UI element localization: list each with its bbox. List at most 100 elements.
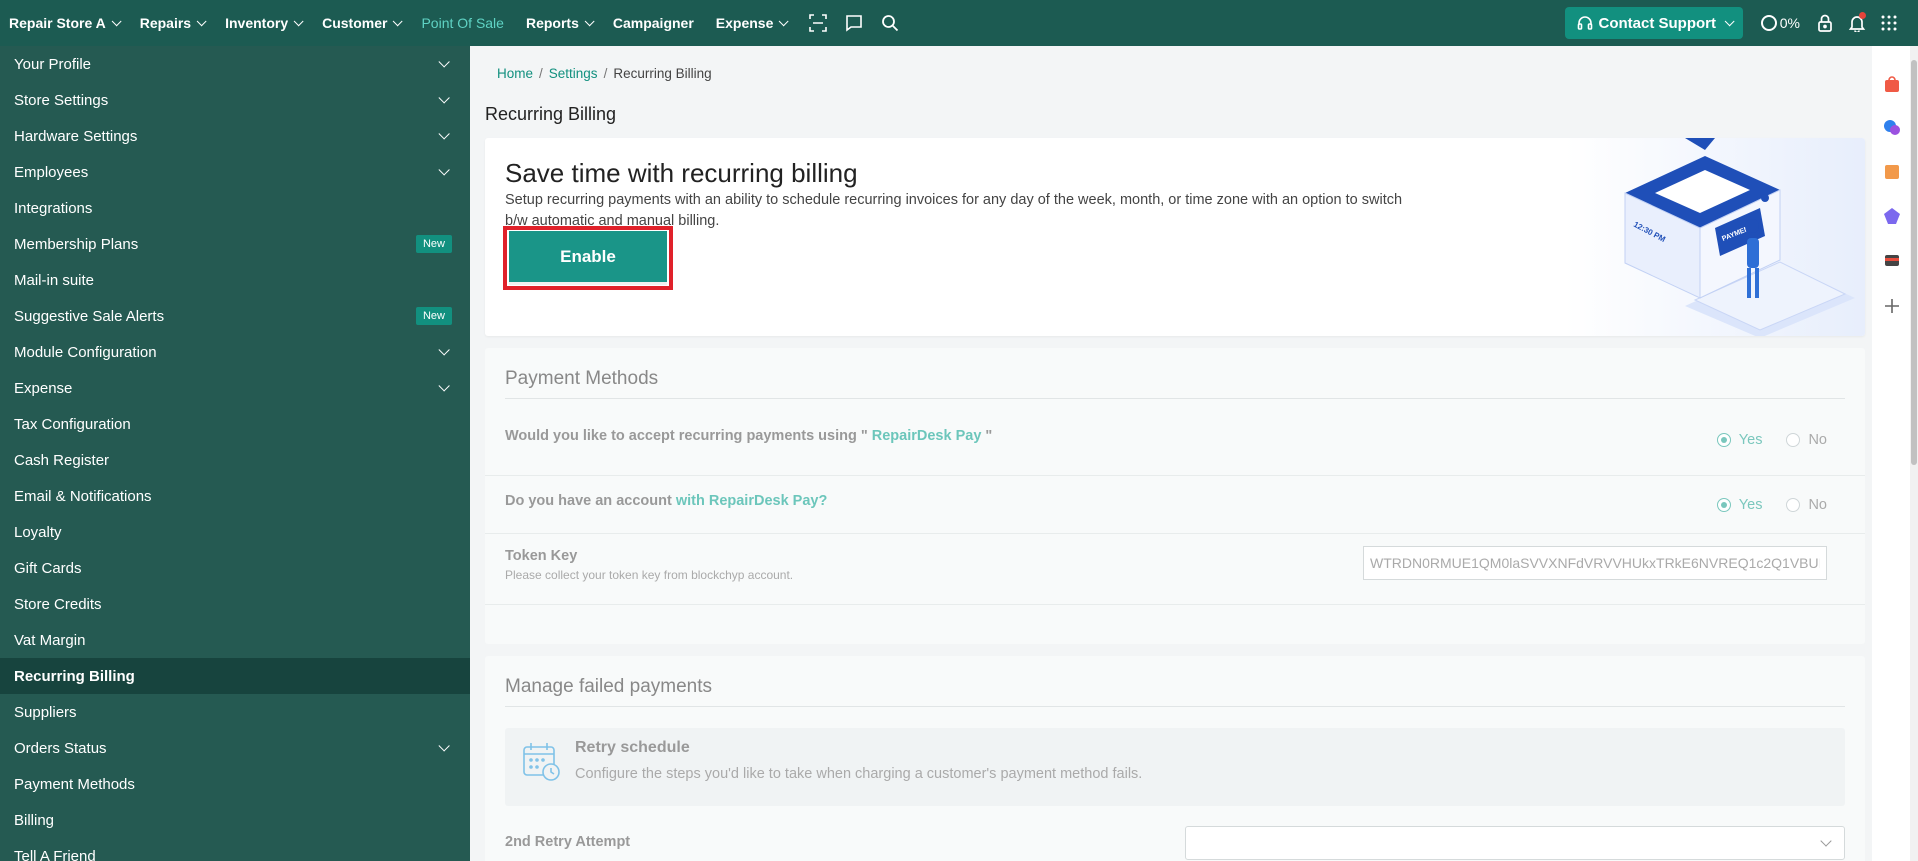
question-text: Do you have an account bbox=[505, 493, 676, 509]
chevron-down-icon bbox=[196, 15, 207, 26]
nav-inventory[interactable]: Inventory bbox=[225, 15, 304, 31]
note-icon[interactable] bbox=[1882, 162, 1902, 182]
sidebar-item-label: Tell A Friend bbox=[14, 847, 96, 861]
sidebar-item-vat-margin[interactable]: Vat Margin bbox=[0, 622, 470, 658]
chat-icon[interactable] bbox=[843, 12, 865, 34]
payment-methods-card: Payment Methods Would you like to accept… bbox=[485, 348, 1865, 644]
enable-button-highlight: Enable bbox=[503, 226, 673, 290]
wallet-icon[interactable] bbox=[1882, 250, 1902, 270]
sidebar-item-label: Module Configuration bbox=[14, 343, 157, 361]
sidebar-item-store-credits[interactable]: Store Credits bbox=[0, 586, 470, 622]
radio-dot bbox=[1786, 498, 1801, 512]
add-icon[interactable] bbox=[1882, 296, 1902, 316]
nav-repairs[interactable]: Repairs bbox=[139, 15, 207, 31]
scrollbar-thumb[interactable] bbox=[1911, 60, 1917, 465]
breadcrumb-separator: / bbox=[539, 66, 543, 81]
chevron-down-icon bbox=[1724, 15, 1735, 26]
sidebar-item-billing[interactable]: Billing bbox=[0, 802, 470, 838]
recurring-payments-no-radio[interactable]: No bbox=[1786, 432, 1827, 448]
scan-icon[interactable] bbox=[807, 12, 829, 34]
chat-bubbles-icon[interactable] bbox=[1882, 118, 1902, 138]
sidebar-item-label: Integrations bbox=[14, 199, 93, 217]
row-divider bbox=[485, 475, 1865, 476]
account-radio-group: Yes No bbox=[1693, 497, 1827, 513]
banner-title: Save time with recurring billing bbox=[505, 158, 858, 188]
sidebar-item-email-notifications[interactable]: Email & Notifications bbox=[0, 478, 470, 514]
store-selector[interactable]: Repair Store A bbox=[9, 15, 122, 31]
sidebar-item-your-profile[interactable]: Your Profile bbox=[0, 46, 470, 82]
sidebar-item-label: Email & Notifications bbox=[14, 487, 152, 505]
repairdesk-pay-link: with RepairDesk Pay? bbox=[675, 493, 828, 509]
sidebar-item-orders-status[interactable]: Orders Status bbox=[0, 730, 470, 766]
progress-ring-icon bbox=[1760, 15, 1777, 31]
nav-label: Repairs bbox=[139, 15, 192, 31]
sidebar-item-employees[interactable]: Employees bbox=[0, 154, 470, 190]
sidebar-item-label: Payment Methods bbox=[14, 775, 135, 793]
breadcrumb-home[interactable]: Home bbox=[497, 66, 533, 81]
nav-campaigner[interactable]: Campaigner bbox=[613, 15, 694, 31]
nav-point-of-sale[interactable]: Point Of Sale bbox=[421, 15, 504, 31]
sidebar-item-store-settings[interactable]: Store Settings bbox=[0, 82, 470, 118]
bell-icon[interactable] bbox=[1846, 12, 1868, 34]
second-retry-select[interactable] bbox=[1185, 826, 1845, 860]
progress-value: 0% bbox=[1779, 15, 1800, 31]
nav-label: Inventory bbox=[225, 15, 289, 31]
sidebar-item-label: Vat Margin bbox=[14, 631, 86, 649]
contact-support-button[interactable]: Contact Support bbox=[1564, 7, 1743, 39]
sidebar-item-membership-plans[interactable]: Membership Plans New bbox=[0, 226, 470, 262]
nav-customer[interactable]: Customer bbox=[322, 15, 404, 31]
setup-progress[interactable]: 0% bbox=[1760, 15, 1800, 31]
sidebar-item-label: Store Settings bbox=[14, 91, 109, 109]
sidebar-item-label: Store Credits bbox=[14, 595, 102, 613]
sidebar-item-payment-methods[interactable]: Payment Methods bbox=[0, 766, 470, 802]
section-divider bbox=[505, 398, 1845, 399]
new-badge: New bbox=[415, 307, 452, 325]
enable-button[interactable]: Enable bbox=[509, 231, 667, 285]
sidebar-item-module-configuration[interactable]: Module Configuration bbox=[0, 334, 470, 370]
breadcrumb-settings[interactable]: Settings bbox=[549, 66, 598, 81]
sidebar-item-hardware-settings[interactable]: Hardware Settings bbox=[0, 118, 470, 154]
sidebar-item-loyalty[interactable]: Loyalty bbox=[0, 514, 470, 550]
sidebar-item-expense[interactable]: Expense bbox=[0, 370, 470, 406]
token-key-hint: Please collect your token key from block… bbox=[505, 568, 794, 582]
sidebar-item-label: Suppliers bbox=[14, 703, 77, 721]
extension-rail bbox=[1872, 46, 1910, 861]
breadcrumb-current: Recurring Billing bbox=[613, 66, 712, 81]
store-name: Repair Store A bbox=[9, 15, 106, 31]
account-no-radio[interactable]: No bbox=[1786, 497, 1827, 513]
sidebar-item-cash-register[interactable]: Cash Register bbox=[0, 442, 470, 478]
payment-illustration: 12:30 PM PAYMENT bbox=[1565, 138, 1865, 336]
search-icon[interactable] bbox=[879, 12, 901, 34]
breadcrumb-separator: / bbox=[603, 66, 608, 81]
sidebar-item-mail-in-suite[interactable]: Mail-in suite bbox=[0, 262, 470, 298]
second-retry-label: 2nd Retry Attempt bbox=[505, 834, 631, 850]
nav-reports[interactable]: Reports bbox=[526, 15, 595, 31]
sidebar-item-label: Loyalty bbox=[14, 523, 62, 541]
radio-label: No bbox=[1808, 432, 1827, 448]
token-key-input[interactable] bbox=[1363, 546, 1827, 580]
settings-sidebar: Your Profile Store Settings Hardware Set… bbox=[0, 46, 470, 861]
sidebar-item-tell-a-friend[interactable]: Tell A Friend bbox=[0, 838, 470, 861]
sidebar-item-label: Your Profile bbox=[14, 55, 91, 73]
sidebar-item-gift-cards[interactable]: Gift Cards bbox=[0, 550, 470, 586]
repairdesk-pay-link: RepairDesk Pay bbox=[867, 428, 986, 444]
recurring-payments-yes-radio[interactable]: Yes bbox=[1716, 432, 1762, 448]
nav-expense[interactable]: Expense bbox=[716, 15, 789, 31]
row-divider bbox=[485, 604, 1865, 605]
sidebar-item-tax-configuration[interactable]: Tax Configuration bbox=[0, 406, 470, 442]
page-title: Recurring Billing bbox=[485, 104, 617, 124]
sidebar-item-label: Orders Status bbox=[14, 739, 107, 757]
gem-icon[interactable] bbox=[1882, 206, 1902, 226]
sidebar-item-suggestive-sale-alerts[interactable]: Suggestive Sale Alerts New bbox=[0, 298, 470, 334]
sidebar-item-suppliers[interactable]: Suppliers bbox=[0, 694, 470, 730]
sidebar-item-integrations[interactable]: Integrations bbox=[0, 190, 470, 226]
sidebar-item-recurring-billing[interactable]: Recurring Billing bbox=[0, 658, 470, 694]
account-yes-radio[interactable]: Yes bbox=[1716, 497, 1762, 513]
shopping-bag-icon[interactable] bbox=[1882, 74, 1902, 94]
payment-methods-title: Payment Methods bbox=[505, 368, 659, 389]
lock-icon[interactable] bbox=[1814, 12, 1836, 34]
sidebar-item-label: Cash Register bbox=[14, 451, 110, 469]
apps-grid-icon[interactable] bbox=[1878, 12, 1900, 34]
section-divider bbox=[505, 706, 1845, 707]
top-navbar: Repair Store A Repairs Inventory Custome… bbox=[0, 0, 1918, 46]
